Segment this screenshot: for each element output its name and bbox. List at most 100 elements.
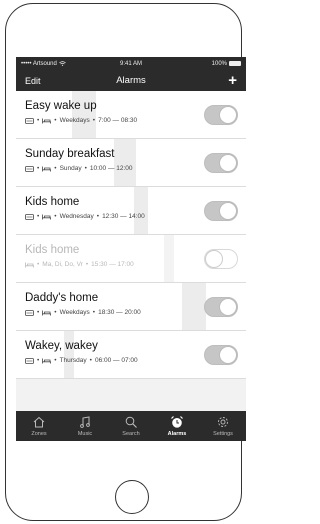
tab-label: Music	[77, 431, 93, 437]
tab-bar: Zones Music Search Alarms Settings	[16, 411, 246, 441]
alarm-row[interactable]: Kids home • • Wednesday • 12:30 — 14:00	[16, 187, 246, 235]
alarm-schedule: Weekdays	[59, 309, 90, 316]
home-icon	[33, 416, 45, 428]
alarm-name: Wakey, wakey	[25, 340, 98, 352]
alarm-name: Daddy's home	[25, 292, 99, 304]
alarm-row[interactable]: Kids home • Ma, Di, Do, Vr • 15:30 — 17:…	[16, 235, 246, 283]
alarm-schedule: Wednesday	[59, 213, 94, 220]
row-highlight	[64, 331, 74, 378]
search-icon	[125, 416, 137, 428]
alarm-schedule: Weekdays	[59, 117, 90, 124]
row-highlight	[114, 139, 136, 186]
alarm-toggle[interactable]	[204, 297, 238, 317]
alarm-toggle[interactable]	[204, 345, 238, 365]
alarm-time: 15:30 — 17:00	[91, 261, 134, 268]
separator-dot: •	[85, 261, 89, 268]
toggle-knob	[219, 346, 237, 364]
separator-dot: •	[37, 213, 40, 220]
alarm-toggle[interactable]	[204, 105, 238, 125]
alarm-details: • • Weekdays • 18:30 — 20:00	[25, 309, 141, 316]
page-title: Alarms	[116, 75, 146, 86]
speaker-icon	[25, 357, 34, 364]
separator-dot: •	[92, 117, 96, 124]
alarm-toggle[interactable]	[204, 249, 238, 269]
status-bar: ••••• Artsound 9:41 AM 100%	[16, 57, 246, 70]
bed-icon	[42, 118, 52, 123]
tab-label: Search	[122, 431, 140, 437]
toggle-knob	[219, 202, 237, 220]
separator-dot: •	[89, 357, 92, 364]
speaker-icon	[25, 309, 34, 316]
alarm-toggle[interactable]	[204, 201, 238, 221]
speaker-icon	[25, 117, 34, 124]
separator-dot: •	[54, 165, 57, 172]
separator-dot: •	[84, 165, 87, 172]
tab-settings[interactable]: Settings	[200, 411, 246, 441]
alarm-row[interactable]: Wakey, wakey • • Thursday • 06:00 — 07:0…	[16, 331, 246, 379]
alarm-row[interactable]: Daddy's home • • Weekdays • 18:30 — 20:0…	[16, 283, 246, 331]
tab-label: Settings	[213, 431, 233, 437]
row-highlight	[182, 283, 206, 330]
row-highlight	[134, 187, 148, 234]
row-highlight	[72, 91, 96, 138]
alarm-toggle[interactable]	[204, 153, 238, 173]
gear-icon	[218, 417, 228, 427]
alarm-schedule: Ma, Di, Do, Vr	[42, 261, 83, 268]
alarm-details: • • Sunday • 10:00 — 12:00	[25, 165, 133, 172]
toggle-knob	[205, 250, 223, 268]
alarm-details: • • Wednesday • 12:30 — 14:00	[25, 213, 145, 220]
separator-dot: •	[54, 357, 57, 364]
tab-search[interactable]: Search	[108, 411, 154, 441]
alarm-time: 18:30 — 20:00	[98, 309, 141, 316]
alarm-time: 10:00 — 12:00	[89, 165, 133, 172]
tab-music[interactable]: Music	[62, 411, 108, 441]
tab-label: Zones	[31, 431, 47, 437]
alarm-time: 12:30 — 14:00	[102, 213, 145, 220]
toggle-knob	[219, 106, 237, 124]
toggle-knob	[219, 154, 237, 172]
alarm-schedule: Sunday	[59, 165, 82, 172]
row-highlight	[164, 235, 174, 282]
alarm-time: 06:00 — 07:00	[94, 357, 138, 364]
separator-dot: •	[54, 309, 57, 316]
alarm-row[interactable]: Sunday breakfast • • Sunday • 10:00 — 12…	[16, 139, 246, 187]
alarm-clock-icon	[171, 416, 183, 428]
alarm-name: Easy wake up	[25, 100, 97, 112]
separator-dot: •	[37, 357, 40, 364]
alarm-details: • • Thursday • 06:00 — 07:00	[25, 357, 138, 364]
separator-dot: •	[37, 309, 40, 316]
separator-dot: •	[54, 117, 57, 124]
tab-label: Alarms	[167, 431, 187, 437]
speaker-icon	[25, 165, 34, 172]
alarm-details: • • Weekdays • 7:00 — 08:30	[25, 117, 137, 124]
bed-icon	[42, 310, 52, 315]
edit-button[interactable]: Edit	[25, 76, 41, 86]
app-screen: ••••• Artsound 9:41 AM 100% Edit Alarms …	[16, 57, 246, 441]
separator-dot: •	[37, 117, 40, 124]
bed-icon	[42, 214, 52, 219]
separator-dot: •	[37, 165, 40, 172]
alarm-row[interactable]: Easy wake up • • Weekdays • 7:00 — 08:30	[16, 91, 246, 139]
separator-dot: •	[54, 213, 57, 220]
alarm-details: • Ma, Di, Do, Vr • 15:30 — 17:00	[25, 261, 134, 268]
navigation-bar: Edit Alarms +	[16, 70, 246, 91]
clock-time: 9:41 AM	[119, 60, 142, 67]
bed-icon	[42, 358, 52, 363]
separator-dot: •	[96, 213, 100, 220]
alarm-schedule: Thursday	[59, 357, 87, 364]
separator-dot: •	[37, 261, 40, 268]
separator-dot: •	[92, 309, 96, 316]
alarm-name: Kids home	[25, 244, 80, 256]
alarm-list: Easy wake up • • Weekdays • 7:00 — 08:30…	[16, 91, 246, 379]
tab-zones[interactable]: Zones	[16, 411, 62, 441]
add-alarm-button[interactable]: +	[228, 73, 237, 88]
home-button[interactable]	[115, 480, 149, 514]
toggle-knob	[219, 298, 237, 316]
alarm-name: Sunday breakfast	[25, 148, 115, 160]
alarm-time: 7:00 — 08:30	[98, 117, 138, 124]
bed-icon	[25, 262, 34, 267]
speaker-icon	[25, 213, 34, 220]
tab-alarms[interactable]: Alarms	[154, 411, 200, 441]
bed-icon	[42, 166, 52, 171]
alarm-name: Kids home	[25, 196, 80, 208]
